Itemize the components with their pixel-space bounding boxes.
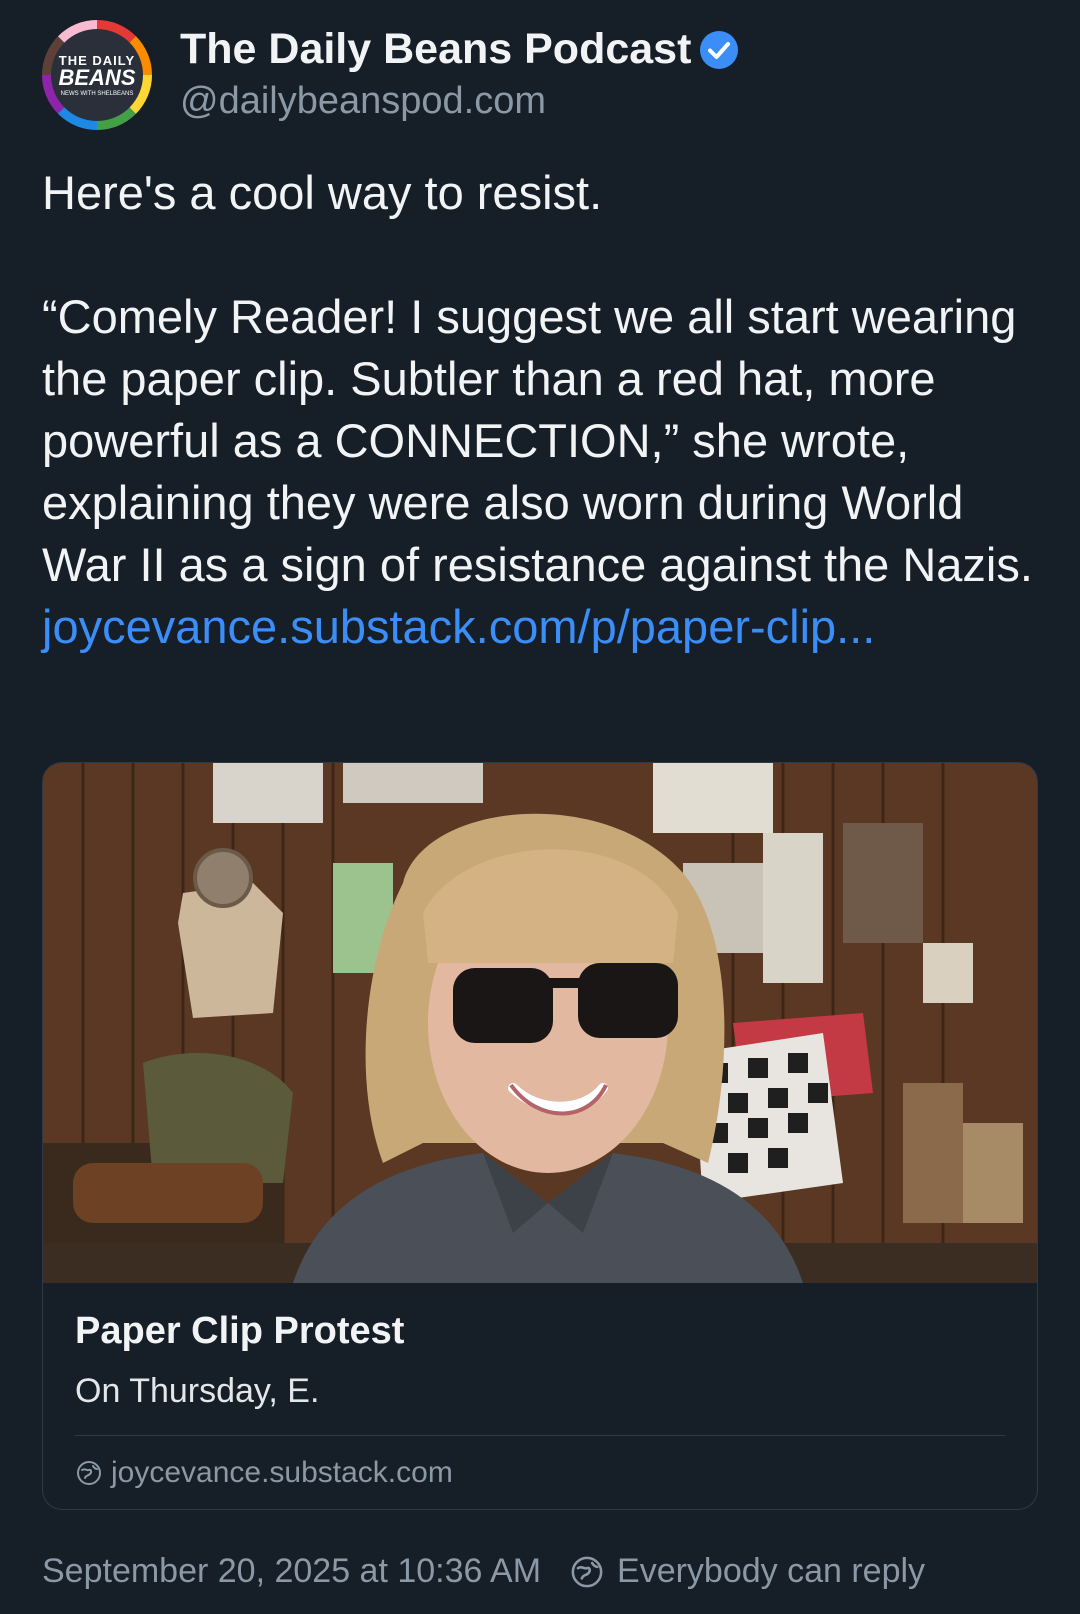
display-name-row: The Daily Beans Podcast <box>180 25 739 74</box>
post-text-spacer <box>42 224 1040 286</box>
post-timestamp[interactable]: September 20, 2025 at 10:36 AM <box>42 1552 541 1591</box>
link-preview-body: Paper Clip Protest On Thursday, E. joyce… <box>43 1283 1037 1490</box>
avatar[interactable]: THE DAILY BEANS NEWS WITH SHELBEANS <box>42 20 152 130</box>
avatar-logo-line3: NEWS WITH SHELBEANS <box>60 90 134 97</box>
link-preview-divider <box>75 1435 1005 1437</box>
post-text-quote: “Comely Reader! I suggest we all start w… <box>42 290 1033 591</box>
link-preview-photo <box>43 763 1037 1283</box>
link-preview-domain-text: joycevance.substack.com <box>111 1456 453 1490</box>
avatar-logo: THE DAILY BEANS NEWS WITH SHELBEANS <box>51 29 143 121</box>
display-name[interactable]: The Daily Beans Podcast <box>180 25 691 74</box>
link-preview-image <box>43 763 1037 1283</box>
post-header: THE DAILY BEANS NEWS WITH SHELBEANS The … <box>42 20 1038 130</box>
author-handle[interactable]: @dailybeanspod.com <box>180 79 739 125</box>
post-text: Here's a cool way to resist. “Comely Rea… <box>42 162 1040 658</box>
post-link[interactable]: joycevance.substack.com/p/paper-clip... <box>42 600 875 653</box>
avatar-logo-line2: BEANS <box>58 64 136 90</box>
link-preview-title: Paper Clip Protest <box>75 1310 405 1352</box>
link-preview-description: On Thursday, E. <box>75 1371 320 1410</box>
globe-icon <box>77 1461 101 1486</box>
link-preview-card[interactable]: Paper Clip Protest On Thursday, E. joyce… <box>42 762 1038 1510</box>
verified-check-icon[interactable] <box>699 30 739 70</box>
globe-icon <box>571 1556 603 1587</box>
link-preview-domain: joycevance.substack.com <box>75 1456 1005 1490</box>
post: THE DAILY BEANS NEWS WITH SHELBEANS The … <box>0 0 1080 1614</box>
reply-setting[interactable]: Everybody can reply <box>617 1552 925 1591</box>
author-names: The Daily Beans Podcast @dailybeanspod.c… <box>180 25 739 124</box>
post-footer: September 20, 2025 at 10:36 AM Everybody… <box>42 1552 1038 1591</box>
post-text-line1: Here's a cool way to resist. <box>42 166 603 219</box>
